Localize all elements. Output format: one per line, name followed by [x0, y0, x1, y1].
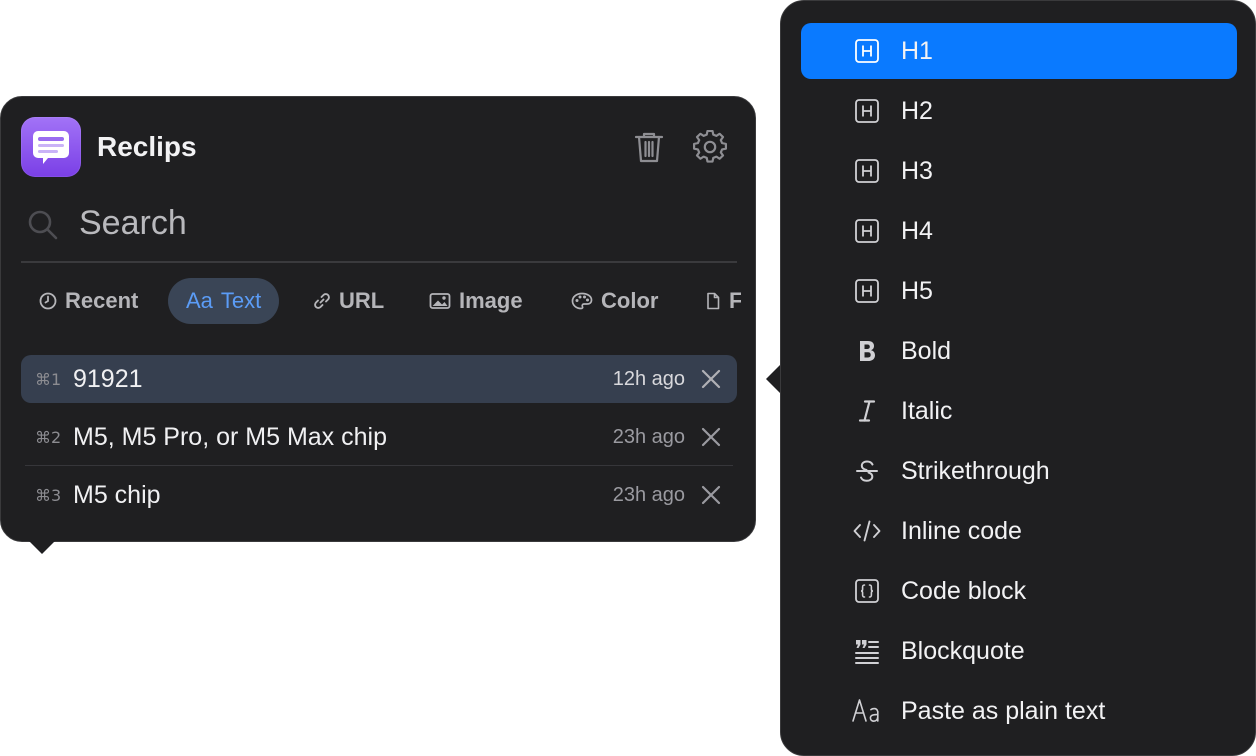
menu-item-label: Strikethrough: [901, 457, 1050, 485]
clear-all-button[interactable]: [629, 127, 669, 167]
remove-clip-button[interactable]: [699, 367, 723, 391]
search-input[interactable]: [77, 197, 731, 249]
strikethrough-icon: [851, 455, 883, 487]
category-tabs: Recent Aa Text URL Image Color F: [21, 277, 741, 325]
clip-item[interactable]: ⌘1 91921 12h ago: [21, 355, 737, 403]
clip-divider: [25, 465, 733, 466]
menu-item-label: H4: [901, 217, 933, 245]
palette-icon: [571, 292, 593, 310]
tab-text[interactable]: Aa Text: [168, 278, 280, 324]
clip-shortcut: ⌘1: [35, 370, 62, 389]
image-icon: [429, 292, 451, 310]
italic-icon: [851, 395, 883, 427]
menu-item-label: Code block: [901, 577, 1027, 605]
close-icon: [701, 427, 721, 447]
menu-item-paste-plain-text[interactable]: Paste as plain text: [801, 683, 1237, 739]
menu-item-italic[interactable]: Italic: [801, 383, 1237, 439]
text-aa-icon: Aa: [186, 288, 213, 313]
clip-shortcut: ⌘2: [35, 428, 62, 447]
link-icon: [313, 292, 331, 310]
menu-item-h5[interactable]: H5: [801, 263, 1237, 319]
search-bar: [21, 197, 737, 261]
close-icon: [701, 369, 721, 389]
tab-label: Recent: [65, 288, 139, 313]
menu-item-label: H2: [901, 97, 933, 125]
menu-item-label: H3: [901, 157, 933, 185]
menu-item-label: Blockquote: [901, 637, 1025, 665]
menu-item-label: Italic: [901, 397, 953, 425]
menu-item-label: Paste as plain text: [901, 697, 1106, 725]
remove-clip-button[interactable]: [699, 425, 723, 449]
panel-pointer: [28, 540, 56, 554]
menu-item-label: Bold: [901, 337, 952, 365]
menu-item-h2[interactable]: H2: [801, 83, 1237, 139]
menu-pointer: [766, 364, 781, 394]
clip-text: 91921: [73, 365, 143, 393]
blockquote-icon: [851, 635, 883, 667]
menu-item-strikethrough[interactable]: Strikethrough: [801, 443, 1237, 499]
heading-icon: [851, 35, 883, 67]
menu-item-inline-code[interactable]: Inline code: [801, 503, 1237, 559]
remove-clip-button[interactable]: [699, 483, 723, 507]
clip-shortcut: ⌘3: [35, 486, 62, 505]
menu-item-h4[interactable]: H4: [801, 203, 1237, 259]
menu-item-label: H1: [901, 37, 933, 65]
clip-item[interactable]: ⌘3 M5 chip 23h ago: [21, 471, 737, 519]
clip-time: 23h ago: [612, 426, 685, 448]
menu-item-code-block[interactable]: Code block: [801, 563, 1237, 619]
menu-item-label: Inline code: [901, 517, 1022, 545]
clipboard-panel: Reclips Search Recent Aa Text URL Image …: [0, 96, 756, 542]
menu-item-bold[interactable]: Bold: [801, 323, 1237, 379]
clip-text: M5, M5 Pro, or M5 Max chip: [73, 423, 387, 451]
tab-label: URL: [339, 288, 385, 313]
tab-label: Image: [459, 288, 523, 313]
clip-list: ⌘1 91921 12h ago ⌘2 M5, M5 Pro, or M5 Ma…: [21, 355, 737, 529]
search-divider: [21, 261, 737, 263]
heading-icon: [851, 275, 883, 307]
menu-item-h1[interactable]: H1: [801, 23, 1237, 79]
tab-label: Text: [220, 288, 262, 313]
clip-text: M5 chip: [73, 481, 161, 509]
clipboard-app-icon: [21, 117, 81, 177]
bold-icon: [851, 335, 883, 367]
tab-file[interactable]: F: [687, 278, 741, 324]
app-title: Reclips: [97, 131, 197, 162]
file-icon: [705, 292, 721, 310]
clip-item[interactable]: ⌘2 M5, M5 Pro, or M5 Max chip 23h ago: [21, 413, 737, 461]
tab-image[interactable]: Image: [411, 278, 541, 324]
tab-label: Color: [601, 288, 659, 313]
tab-color[interactable]: Color: [553, 278, 676, 324]
heading-icon: [851, 215, 883, 247]
menu-item-label: H5: [901, 277, 933, 305]
trash-icon: [634, 132, 664, 163]
gear-icon: [693, 130, 727, 163]
settings-button[interactable]: [690, 127, 730, 167]
tab-recent[interactable]: Recent: [21, 278, 156, 324]
clock-icon: [39, 292, 57, 310]
code-block-icon: [851, 575, 883, 607]
menu-item-blockquote[interactable]: Blockquote: [801, 623, 1237, 679]
format-menu: H1 H2 H3 H4 H5 Bold Italic Strikethrough…: [780, 0, 1256, 756]
close-icon: [701, 485, 721, 505]
clip-time: 12h ago: [612, 368, 685, 390]
clip-time: 23h ago: [612, 484, 685, 506]
tab-url[interactable]: URL: [295, 278, 402, 324]
menu-item-h3[interactable]: H3: [801, 143, 1237, 199]
plain-text-icon: [851, 695, 883, 727]
heading-icon: [851, 155, 883, 187]
inline-code-icon: [851, 515, 883, 547]
tab-label: F: [729, 288, 741, 313]
search-icon: [28, 210, 58, 240]
heading-icon: [851, 95, 883, 127]
